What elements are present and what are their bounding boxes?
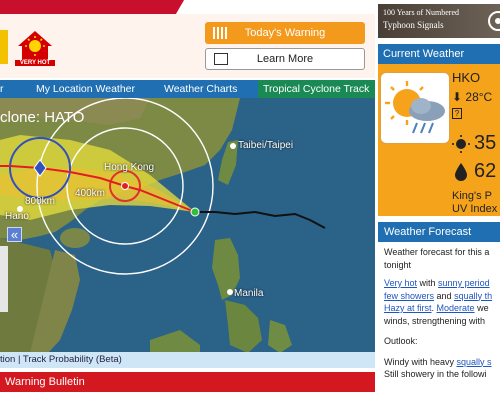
outlook-line-2: Still showery in the followi (384, 369, 487, 379)
hazy-link[interactable]: Hazy at first (384, 303, 432, 313)
squally-showers-link[interactable]: squally s (457, 357, 492, 367)
squally-thunderstorms-link[interactable]: squally th (454, 291, 492, 301)
map-label-manila: Manila (234, 288, 264, 299)
temperature-reading: ⬇ 28°C (452, 90, 492, 104)
nav-item-weather-charts[interactable]: Weather Charts (164, 83, 237, 95)
forecast-intro-2: tonight (384, 259, 412, 270)
very-hot-link[interactable]: Very hot (384, 278, 417, 288)
collapse-panel-button[interactable]: « (7, 227, 22, 242)
todays-warning-label: Today's Warning (244, 27, 326, 39)
warning-bulletin-label: Warning Bulletin (5, 376, 85, 388)
uv-value: 35 (474, 132, 497, 154)
forecast-text-fragment: we (474, 303, 489, 313)
forecast-line-4: winds, strengthening with (384, 315, 486, 326)
few-showers-link[interactable]: few showers (384, 291, 434, 301)
map-title: clone: HATO (0, 109, 85, 126)
sunny-periods-link[interactable]: sunny period (438, 278, 490, 288)
forecast-line-3: Hazy at first. Moderate we (384, 302, 500, 315)
banner-line1: 100 Years of Numbered (383, 8, 459, 17)
map-label-hanoi: Hano (5, 211, 29, 222)
very-hot-icon[interactable]: VERY HOT (15, 28, 55, 68)
map-label-taipei: Taibei/Taipei (238, 140, 294, 151)
banner-line2: Typhoon Signals (383, 20, 444, 30)
forecast-text-fragment: and (434, 290, 455, 301)
nav-item-tropical-cyclone-track[interactable]: Tropical Cyclone Track (258, 80, 375, 98)
cyclone-track-map[interactable]: Taibei/Taipei Hong Kong 400km 800km Hano… (0, 98, 375, 353)
main-nav: r My Location Weather Weather Charts Tro… (0, 80, 375, 98)
forecast-line-1: Very hot with sunny period (384, 277, 500, 290)
uv-index-label: UV Index (452, 203, 498, 215)
forecast-text-fragment: Windy with heavy (384, 356, 457, 367)
temperature-down-arrow-icon: ⬇ (452, 90, 463, 104)
outlook-line-1: Windy with heavy squally s (384, 356, 500, 369)
cyclone-signal-icon[interactable] (0, 30, 8, 64)
nav-item-prev[interactable]: r (0, 83, 4, 95)
forecast-line-2: few showers and squally th (384, 290, 500, 303)
map-label-hong-kong: Hong Kong (104, 162, 155, 173)
current-weather-header: Current Weather (378, 44, 500, 64)
humidity-value: 62 (474, 160, 497, 182)
weather-forecast-text: Weather forecast for this a tonight Very… (384, 246, 500, 381)
uv-sun-icon (452, 135, 470, 153)
warning-list-icon (213, 27, 227, 39)
forecast-text-fragment: with (417, 278, 439, 288)
sun-cloud-rain-icon (380, 72, 450, 144)
current-weather-title: Current Weather (383, 48, 465, 60)
todays-warning-button[interactable]: Today's Warning (205, 22, 365, 44)
station-name-2[interactable]: King's P (452, 190, 492, 202)
moderate-link[interactable]: Moderate (437, 303, 475, 313)
very-hot-label: VERY HOT (15, 60, 55, 66)
help-icon[interactable]: ? (452, 108, 462, 119)
humidity-drop-icon (455, 163, 467, 181)
info-card-icon (214, 53, 228, 65)
warning-bulletin-header[interactable]: Warning Bulletin (0, 372, 375, 392)
header-red-stripe (0, 0, 160, 14)
map-label-400km: 400km (75, 188, 106, 199)
learn-more-label: Learn More (256, 53, 314, 65)
forecast-intro: Weather forecast for this a (384, 247, 490, 257)
typhoon-signal-banner[interactable]: 100 Years of Numbered Typhoon Signals (378, 4, 500, 38)
weather-forecast-title: Weather Forecast (384, 226, 472, 238)
nav-item-my-location-weather[interactable]: My Location Weather (36, 83, 135, 95)
temperature-value: 28°C (465, 90, 493, 104)
station-name[interactable]: HKO (452, 70, 480, 85)
outlook-label: Outlook: (384, 336, 418, 346)
track-probability-text: tion | Track Probability (Beta) (0, 354, 122, 365)
track-probability-bar[interactable]: tion | Track Probability (Beta) (0, 352, 375, 368)
typhoon-swirl-icon (488, 11, 500, 31)
map-label-800km: 800km (25, 196, 56, 207)
learn-more-button[interactable]: Learn More (205, 48, 365, 70)
map-side-panel[interactable] (0, 246, 8, 312)
weather-forecast-header: Weather Forecast (378, 222, 500, 242)
nav-item-tropical-cyclone-track-label: Tropical Cyclone Track (263, 83, 370, 95)
